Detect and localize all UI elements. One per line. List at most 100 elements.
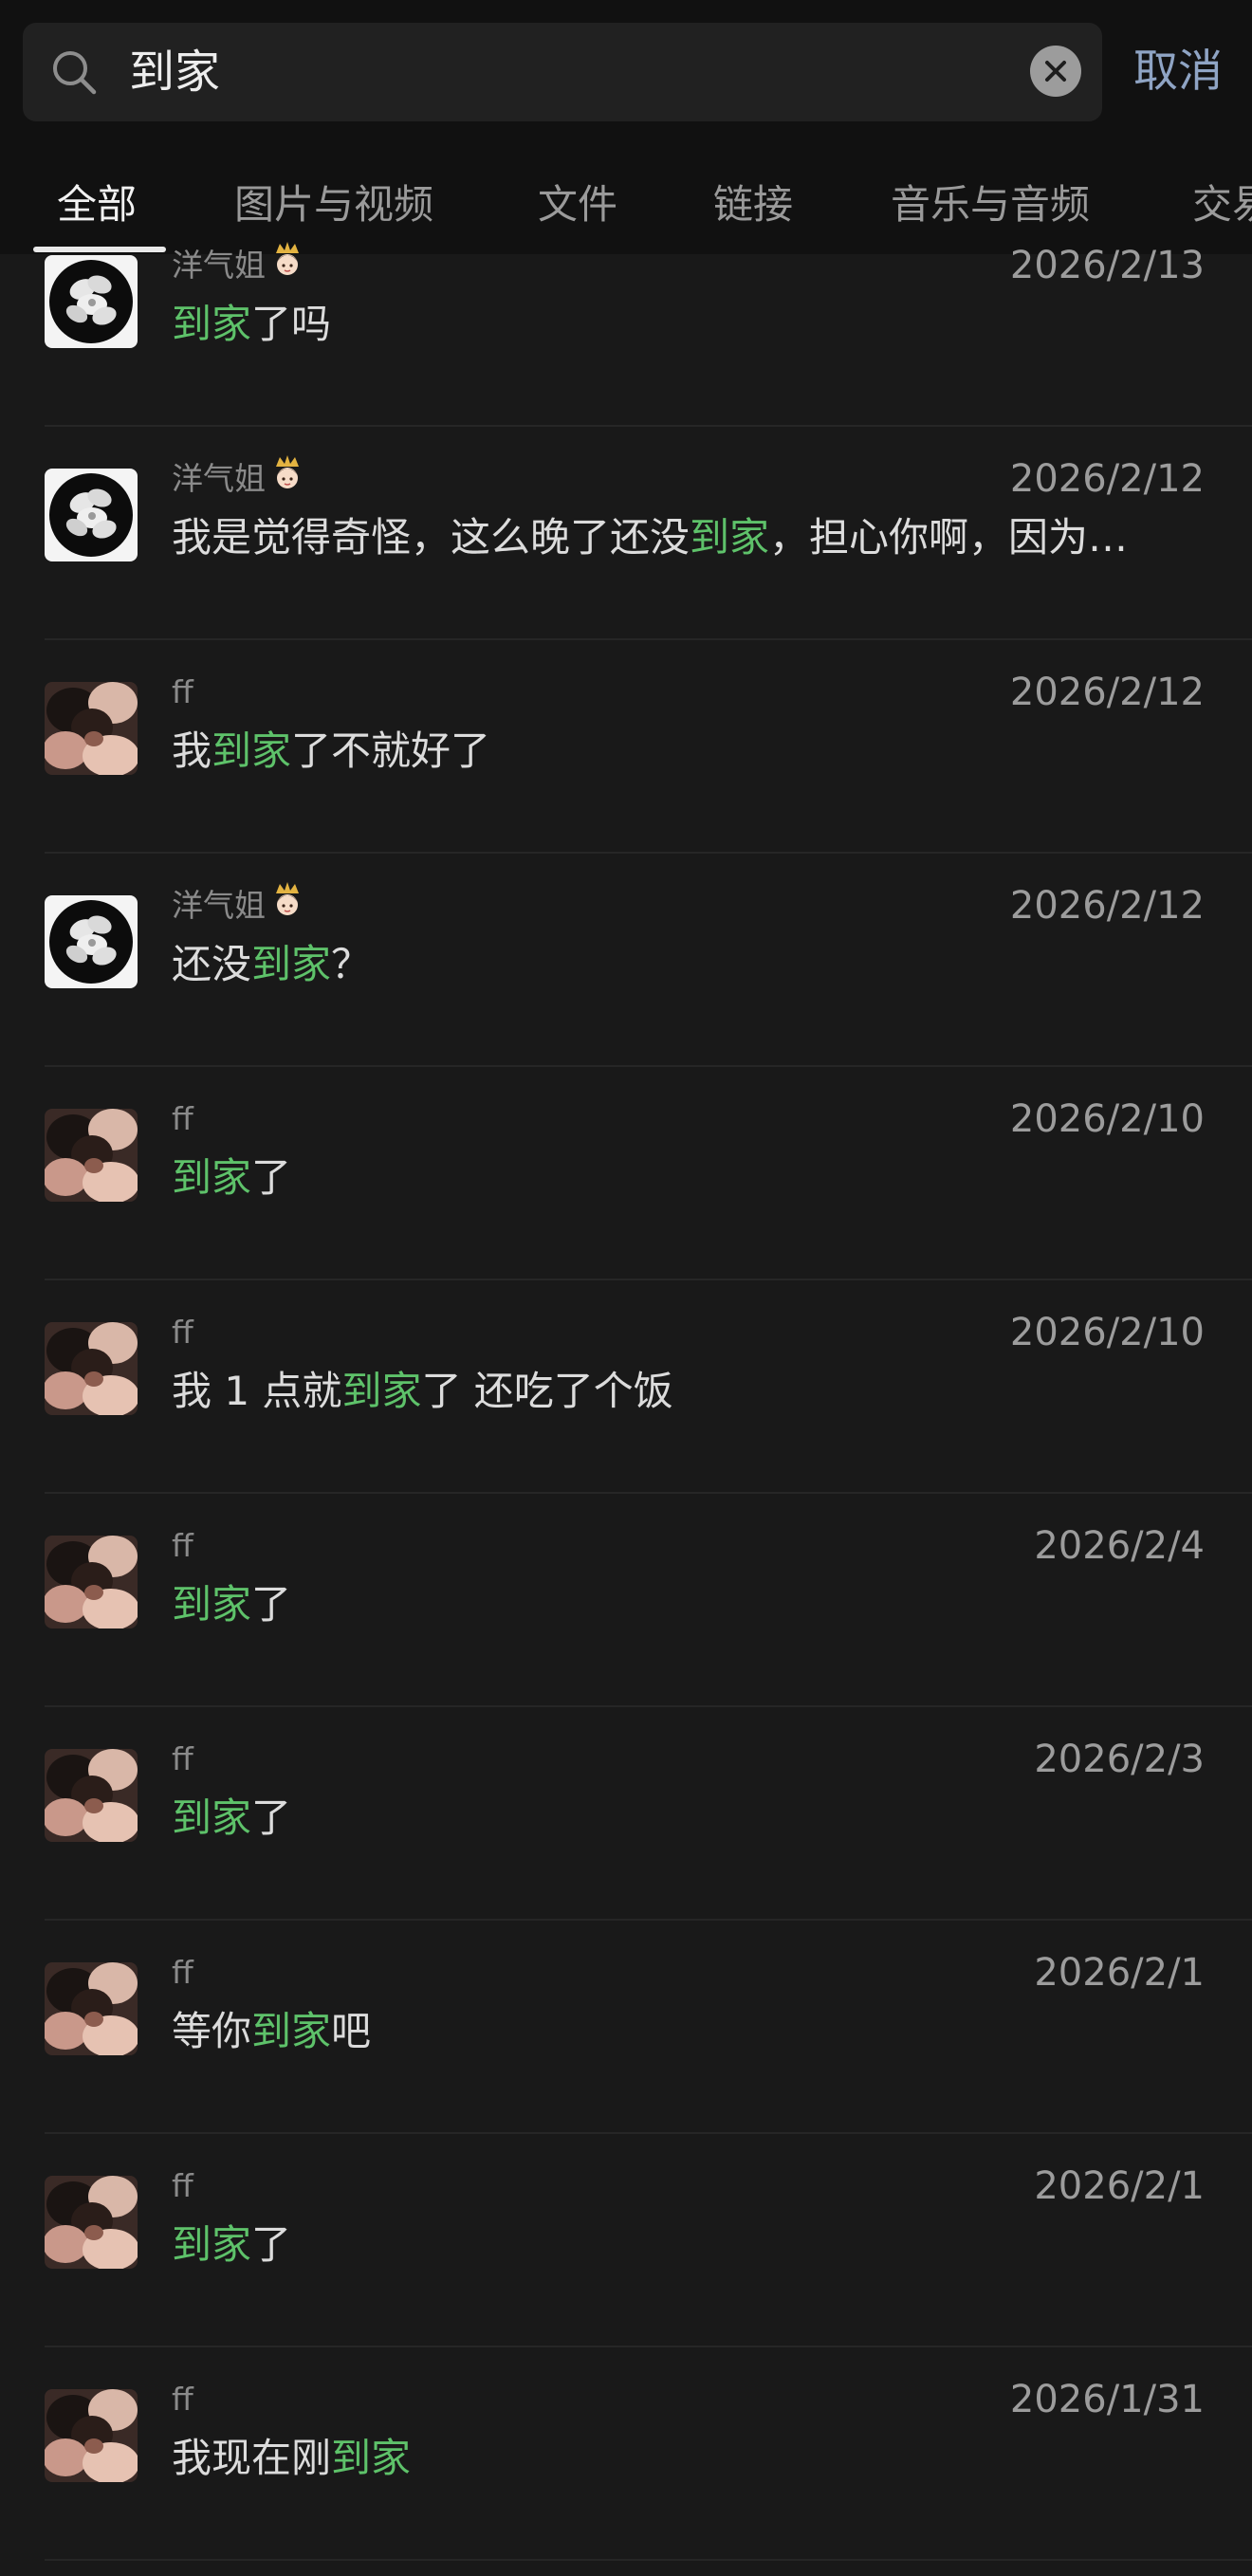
snippet-text: ，担心你啊，因为… (769, 514, 1129, 561)
sender-name: 洋气姐 (172, 882, 304, 927)
sender-name-text: ff (172, 1100, 193, 1137)
message-snippet: 到家了 (172, 2217, 1196, 2273)
message-snippet: 我现在刚到家 (172, 2430, 1196, 2487)
message-snippet: 到家了吗 (172, 296, 1196, 353)
message-snippet: 我 1 点就到家了 还吃了个饭 (172, 1363, 1196, 1420)
message-date: 2026/2/12 (1009, 884, 1205, 928)
sender-name-text: 洋气姐 (172, 887, 266, 924)
sender-name: ff (172, 1739, 193, 1780)
search-icon (53, 51, 97, 95)
search-result-row[interactable]: ff 2026/2/4 到家了 (0, 1494, 1252, 1707)
search-results-list[interactable]: 洋气姐 2026/2/13 到家了吗 洋气姐 2026/2/12 我是觉得奇怪，这么… (0, 242, 1252, 2576)
sender-name-text: 洋气姐 (172, 247, 266, 284)
message-date: 2026/2/13 (1009, 244, 1205, 287)
photo-avatar[interactable] (45, 1962, 138, 2055)
snippet-text: 了 还吃了个饭 (421, 1368, 673, 1414)
message-date: 2026/2/4 (1034, 1524, 1205, 1568)
highlighted-keyword: 到家 (172, 301, 252, 347)
highlighted-keyword: 到家 (341, 1368, 422, 1414)
snippet-text: 了 (251, 1794, 292, 1841)
highlighted-keyword: 到家 (172, 1154, 252, 1201)
snippet-text: 我是觉得奇怪，这么晚了还没 (172, 514, 690, 561)
sender-name: ff (172, 1312, 193, 1353)
sender-name-text: ff (172, 2381, 193, 2418)
message-date: 2026/1/31 (1009, 2378, 1205, 2421)
message-date: 2026/2/3 (1034, 1738, 1205, 1781)
sender-name-text: ff (172, 2167, 193, 2204)
highlighted-keyword: 到家 (251, 2008, 332, 2054)
sender-name-text: ff (172, 673, 193, 710)
snippet-text: 了 (251, 1581, 292, 1628)
search-result-row[interactable]: ff 2026/2/3 到家了 (0, 1707, 1252, 1921)
message-snippet: 到家了 (172, 1576, 1196, 1633)
snippet-text: 我 (172, 727, 212, 774)
sender-name: 洋气姐 (172, 242, 304, 286)
search-bar[interactable]: 到家 (23, 23, 1102, 121)
photo-avatar[interactable] (45, 2176, 138, 2269)
crown-emoji-icon (271, 241, 304, 287)
flower-avatar[interactable] (45, 255, 138, 348)
search-result-row[interactable]: ff 2026/2/1 等你到家吧 (0, 1921, 1252, 2134)
search-result-row[interactable]: ff 2026/2/10 我 1 点就到家了 还吃了个饭 (0, 1280, 1252, 1494)
sender-name-text: ff (172, 1527, 193, 1564)
snippet-text: 我现在刚 (172, 2435, 332, 2481)
message-date: 2026/2/12 (1009, 457, 1205, 501)
photo-avatar[interactable] (45, 1109, 138, 1202)
message-date: 2026/2/1 (1034, 2164, 1205, 2208)
sender-name: ff (172, 1098, 193, 1140)
sender-name-text: ff (172, 1740, 193, 1777)
sender-name: ff (172, 2379, 193, 2420)
message-date: 2026/2/12 (1009, 671, 1205, 714)
highlighted-keyword: 到家 (690, 514, 770, 561)
flower-avatar[interactable] (45, 469, 138, 561)
photo-avatar[interactable] (45, 682, 138, 775)
snippet-text: 了不就好了 (291, 727, 491, 774)
message-snippet: 我到家了不就好了 (172, 723, 1196, 780)
search-result-row[interactable]: ff 2026/2/10 到家了 (0, 1067, 1252, 1280)
sender-name-text: 洋气姐 (172, 460, 266, 497)
crown-emoji-icon (271, 881, 304, 928)
message-snippet: 等你到家吧 (172, 2003, 1196, 2060)
snippet-text: 了 (251, 1154, 292, 1201)
snippet-text: 吧 (331, 2008, 372, 2054)
photo-avatar[interactable] (45, 1749, 138, 1842)
highlighted-keyword: 到家 (172, 2221, 252, 2268)
sender-name-text: ff (172, 1954, 193, 1991)
snippet-text: 等你 (172, 2008, 252, 2054)
highlighted-keyword: 到家 (172, 1581, 252, 1628)
highlighted-keyword: 到家 (331, 2435, 412, 2481)
row-divider (45, 2559, 1252, 2561)
search-result-row[interactable]: ff 2026/1/31 我现在刚到家 (0, 2347, 1252, 2561)
snippet-text: 了 (251, 2221, 292, 2268)
message-snippet: 我是觉得奇怪，这么晚了还没到家，担心你啊，因为… (172, 509, 1196, 566)
photo-avatar[interactable] (45, 1536, 138, 1628)
sender-name: ff (172, 1952, 193, 1994)
message-snippet: 到家了 (172, 1150, 1196, 1206)
sender-name-text: ff (172, 1314, 193, 1351)
message-date: 2026/2/1 (1034, 1951, 1205, 1995)
photo-avatar[interactable] (45, 1322, 138, 1415)
snippet-text: 了吗 (251, 301, 332, 347)
search-input[interactable]: 到家 (129, 23, 220, 121)
photo-avatar[interactable] (45, 2389, 138, 2482)
search-result-row[interactable]: 洋气姐 2026/2/13 到家了吗 (0, 213, 1252, 427)
sender-name: 洋气姐 (172, 455, 304, 500)
snippet-text: 还没 (172, 941, 252, 987)
crown-emoji-icon (271, 454, 304, 501)
sender-name: ff (172, 2165, 193, 2207)
highlighted-keyword: 到家 (212, 727, 292, 774)
search-result-row[interactable]: 洋气姐 2026/2/12 还没到家？ (0, 854, 1252, 1067)
search-result-row[interactable]: 洋气姐 2026/2/12 我是觉得奇怪，这么晚了还没到家，担心你啊，因为… (0, 427, 1252, 640)
search-result-row[interactable]: ff 2026/2/1 到家了 (0, 2134, 1252, 2347)
sender-name: ff (172, 1525, 193, 1567)
snippet-text: ？ (331, 941, 372, 987)
snippet-text: 我 1 点就 (172, 1368, 342, 1414)
flower-avatar[interactable] (45, 895, 138, 988)
highlighted-keyword: 到家 (251, 941, 332, 987)
clear-search-button[interactable] (1030, 46, 1081, 97)
search-result-row[interactable]: ff 2026/2/12 我到家了不就好了 (0, 640, 1252, 854)
highlighted-keyword: 到家 (172, 1794, 252, 1841)
cancel-button[interactable]: 取消 (1133, 23, 1223, 121)
sender-name: ff (172, 672, 193, 713)
message-date: 2026/2/10 (1009, 1311, 1205, 1354)
